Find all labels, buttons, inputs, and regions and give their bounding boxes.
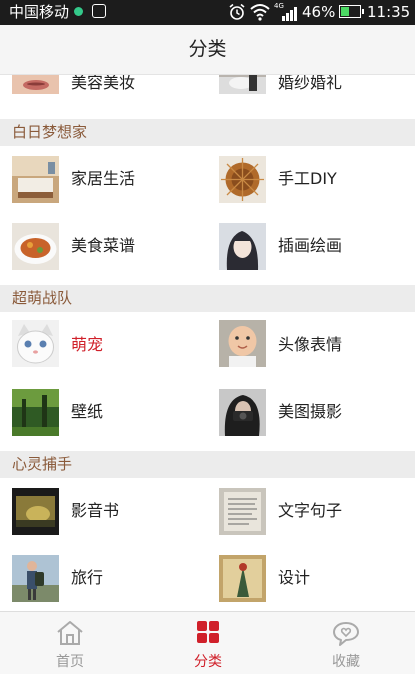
tab-category[interactable]: 分类 [139, 612, 277, 674]
category-item-recipes[interactable]: 美食菜谱 [12, 213, 207, 280]
clock-time: 11:35 [367, 3, 411, 21]
category-label: 文字句子 [278, 501, 343, 520]
vpn-dot-icon [74, 7, 83, 16]
battery-icon [339, 5, 364, 18]
girl-camera-thumbnail [219, 389, 266, 436]
tab-home[interactable]: 首页 [1, 612, 139, 674]
category-grid-icon [197, 621, 219, 643]
category-label: 头像表情 [278, 335, 343, 354]
category-label: 萌宠 [71, 335, 104, 354]
battery-percent: 46% [302, 3, 336, 21]
tab-favorites[interactable]: 收藏 [277, 612, 415, 674]
wedding-couple-thumbnail [219, 75, 266, 94]
network-type: 4G [274, 2, 284, 10]
category-item-illustration[interactable]: 插画绘画 [219, 213, 414, 280]
category-item-film-music-books[interactable]: 影音书 [12, 478, 207, 545]
category-row: 影音书 文字句子 [0, 478, 415, 545]
category-label: 旅行 [71, 568, 104, 587]
category-label: 美容美妆 [71, 75, 136, 92]
category-label: 插画绘画 [278, 236, 343, 255]
category-item-beauty[interactable]: 美容美妆 [12, 75, 207, 104]
category-row: 壁纸 美图摄影 [0, 379, 415, 446]
category-label: 美图摄影 [278, 402, 343, 421]
film-frame-thumbnail [12, 488, 59, 535]
category-list[interactable]: 美容美妆 婚纱婚礼 白日梦想家 家居生活 手工DIY 美食菜谱 插画绘画 超萌战… [0, 75, 415, 611]
category-row: 家居生活 手工DIY [0, 146, 415, 213]
dish-food-thumbnail [12, 223, 59, 270]
bottom-tab-bar: 首页 分类 收藏 [0, 611, 415, 674]
category-item-home-living[interactable]: 家居生活 [12, 146, 207, 213]
home-icon [57, 621, 83, 645]
written-text-thumbnail [219, 488, 266, 535]
section-header: 超萌战队 [0, 285, 415, 312]
cellular-signal-icon: 4G [274, 2, 297, 21]
category-row: 美容美妆 婚纱婚礼 [0, 75, 415, 104]
category-label: 影音书 [71, 501, 120, 520]
section-header: 白日梦想家 [0, 119, 415, 146]
green-forest-thumbnail [12, 389, 59, 436]
status-bar: 中国移动 4G 46% 11:35 [0, 0, 415, 25]
category-label: 手工DIY [278, 169, 337, 188]
notification-icon [92, 4, 106, 18]
page-title: 分类 [0, 25, 415, 75]
spiky-ball-craft-thumbnail [219, 156, 266, 203]
alarm-clock-icon [229, 3, 245, 20]
backpacker-thumbnail [12, 555, 59, 602]
anime-girl-illustration-thumbnail [219, 223, 266, 270]
baby-face-thumbnail [219, 320, 266, 367]
section-header: 心灵捕手 [0, 451, 415, 478]
tab-label: 收藏 [332, 654, 360, 670]
category-row: 旅行 设计 [0, 545, 415, 611]
design-poster-thumbnail [219, 555, 266, 602]
category-row: 萌宠 头像表情 [0, 312, 415, 379]
favorites-chat-heart-icon [333, 622, 359, 646]
category-item-quotes[interactable]: 文字句子 [219, 478, 414, 545]
category-item-travel[interactable]: 旅行 [12, 545, 207, 611]
tab-label: 首页 [56, 654, 84, 670]
battery-fill [341, 7, 350, 16]
lips-makeup-thumbnail [12, 75, 59, 94]
bedroom-interior-thumbnail [12, 156, 59, 203]
tab-label: 分类 [194, 654, 222, 670]
category-item-pets[interactable]: 萌宠 [12, 312, 207, 379]
carrier-name: 中国移动 [9, 3, 70, 21]
category-item-design[interactable]: 设计 [219, 545, 414, 611]
category-item-avatars[interactable]: 头像表情 [219, 312, 414, 379]
category-item-wedding[interactable]: 婚纱婚礼 [219, 75, 414, 104]
category-label: 家居生活 [71, 169, 136, 188]
category-label: 婚纱婚礼 [278, 75, 343, 92]
category-label: 壁纸 [71, 402, 104, 421]
wifi-icon [250, 4, 270, 21]
category-row: 美食菜谱 插画绘画 [0, 213, 415, 280]
category-label: 美食菜谱 [71, 236, 136, 255]
category-item-photography[interactable]: 美图摄影 [219, 379, 414, 446]
category-item-wallpapers[interactable]: 壁纸 [12, 379, 207, 446]
category-item-handmade-diy[interactable]: 手工DIY [219, 146, 414, 213]
category-label: 设计 [278, 568, 311, 587]
white-cat-thumbnail [12, 320, 59, 367]
